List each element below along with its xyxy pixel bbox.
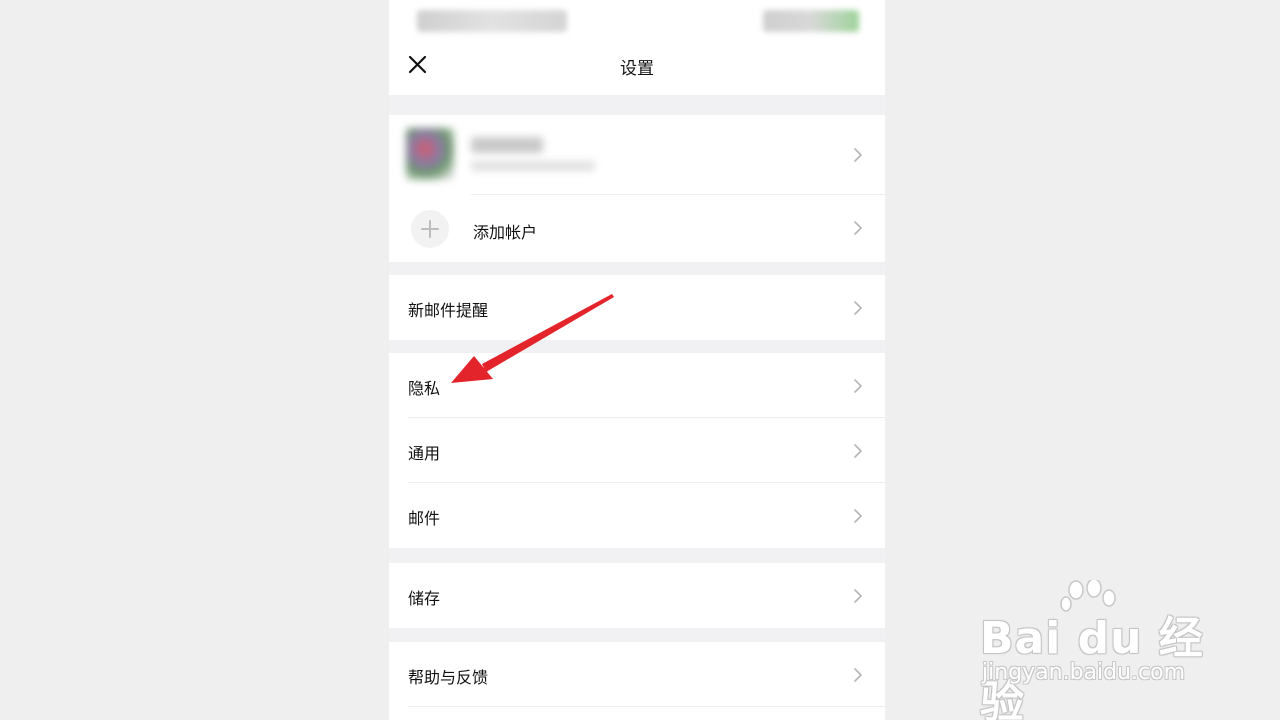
- phone-screen: 设置 添加帐户 新邮件提醒 隐私 通用 邮件 储存 帮助与反馈: [389, 0, 885, 720]
- chevron-right-icon: [854, 509, 862, 523]
- plus-icon: [421, 220, 439, 238]
- menu-item-new-mail-alert[interactable]: 新邮件提醒: [389, 275, 885, 340]
- menu-item-label: 邮件: [408, 509, 441, 528]
- chevron-right-icon: [854, 589, 862, 603]
- watermark-url: jingyan.baidu.com: [982, 660, 1186, 685]
- avatar: [406, 128, 454, 180]
- screenshot-stage: 设置 添加帐户 新邮件提醒 隐私 通用 邮件 储存 帮助与反馈 Bai du 经…: [0, 0, 1280, 720]
- account-name-blurred: [471, 137, 543, 153]
- status-bar: [389, 0, 885, 40]
- menu-item-label: 隐私: [408, 379, 441, 398]
- account-email-blurred: [471, 161, 595, 171]
- settings-group: 隐私 通用 邮件: [389, 353, 885, 548]
- divider: [408, 706, 885, 707]
- chevron-right-icon: [854, 148, 862, 162]
- nav-bar: 设置: [389, 40, 885, 95]
- chevron-right-icon: [854, 668, 862, 682]
- status-bar-right-blurred: [763, 10, 859, 32]
- status-bar-left-blurred: [417, 10, 567, 32]
- baidu-jingyan-watermark: Bai du 经验 jingyan.baidu.com: [980, 580, 1220, 720]
- storage-group: 储存: [389, 563, 885, 628]
- chevron-right-icon: [854, 444, 862, 458]
- add-account-row[interactable]: 添加帐户: [389, 195, 885, 262]
- help-group: 帮助与反馈: [389, 642, 885, 720]
- add-account-circle: [411, 210, 449, 248]
- menu-item-general[interactable]: 通用: [389, 418, 885, 483]
- menu-item-privacy[interactable]: 隐私: [389, 353, 885, 418]
- add-account-label: 添加帐户: [473, 223, 538, 242]
- menu-item-label: 通用: [408, 444, 441, 463]
- notifications-group: 新邮件提醒: [389, 275, 885, 340]
- menu-item-help-feedback[interactable]: 帮助与反馈: [389, 642, 885, 707]
- page-title: 设置: [620, 59, 654, 79]
- account-row[interactable]: [389, 115, 885, 195]
- menu-item-label: 帮助与反馈: [408, 668, 489, 687]
- menu-item-label: 储存: [408, 589, 441, 608]
- chevron-right-icon: [854, 221, 862, 235]
- chevron-right-icon: [854, 301, 862, 315]
- menu-item-mail[interactable]: 邮件: [389, 483, 885, 548]
- chevron-right-icon: [854, 379, 862, 393]
- menu-item-storage[interactable]: 储存: [389, 563, 885, 628]
- menu-item-label: 新邮件提醒: [408, 301, 489, 320]
- account-group: 添加帐户: [389, 115, 885, 262]
